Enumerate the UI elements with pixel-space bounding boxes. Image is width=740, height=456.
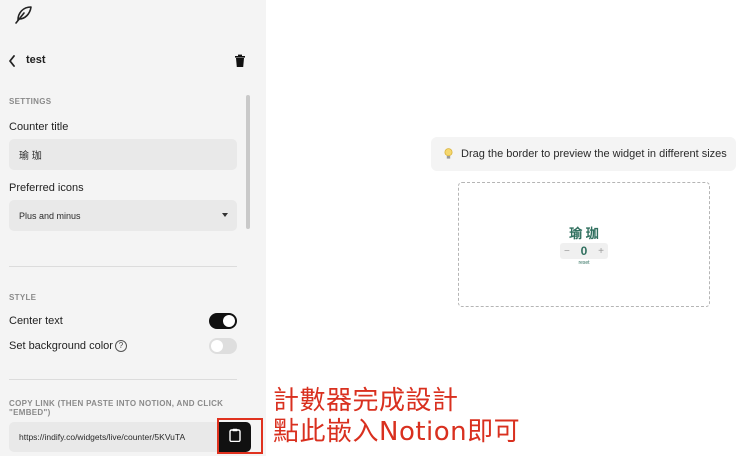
annotation-highlight-box (217, 418, 263, 454)
reset-link[interactable]: reset (459, 260, 709, 266)
lightbulb-icon (443, 148, 453, 160)
center-text-toggle[interactable] (209, 313, 237, 329)
preview-hint: Drag the border to preview the widget in… (431, 137, 736, 171)
divider (9, 266, 237, 267)
settings-section-label: SETTINGS (9, 97, 52, 106)
help-circle-icon[interactable]: ? (115, 340, 127, 352)
background-color-toggle[interactable] (209, 338, 237, 354)
counter-value: 0 (580, 244, 588, 258)
chevron-down-icon (222, 213, 228, 217)
chevron-left-icon[interactable] (8, 54, 20, 68)
preview-hint-text: Drag the border to preview the widget in… (461, 148, 727, 160)
feather-logo-icon[interactable] (12, 4, 34, 26)
page-title: test (26, 54, 46, 66)
annotation-line-1: 計數器完成設計 (273, 386, 459, 416)
toggle-knob (211, 340, 223, 352)
increment-button[interactable]: + (598, 246, 604, 257)
preferred-icons-select[interactable]: Plus and minus (9, 200, 237, 231)
counter-title-label: Counter title (9, 121, 69, 133)
preferred-icons-label: Preferred icons (9, 182, 84, 194)
settings-sidebar: test SETTINGS Counter title 瑜 珈 Preferre… (0, 0, 266, 456)
annotation-line-2: 點此嵌入Notion即可 (273, 417, 521, 447)
sidebar-scrollbar[interactable] (246, 95, 250, 229)
copy-link-section-label: COPY LINK (THEN PASTE INTO NOTION, AND C… (9, 399, 224, 417)
decrement-button[interactable]: − (564, 246, 570, 257)
embed-link-input[interactable]: https://indify.co/widgets/live/counter/5… (9, 422, 219, 452)
widget-title: 瑜 珈 (569, 226, 599, 241)
style-section-label: STYLE (9, 293, 37, 302)
counter-title-input[interactable]: 瑜 珈 (9, 139, 237, 170)
center-text-label: Center text (9, 315, 63, 327)
divider (9, 379, 237, 380)
background-color-label: Set background color (9, 340, 113, 352)
toggle-knob (223, 315, 235, 327)
preferred-icons-value: Plus and minus (19, 210, 81, 221)
widget-preview-frame[interactable]: 瑜 珈 − 0 + reset (458, 182, 710, 307)
trash-icon[interactable] (233, 54, 247, 68)
counter-control: − 0 + (560, 243, 608, 259)
